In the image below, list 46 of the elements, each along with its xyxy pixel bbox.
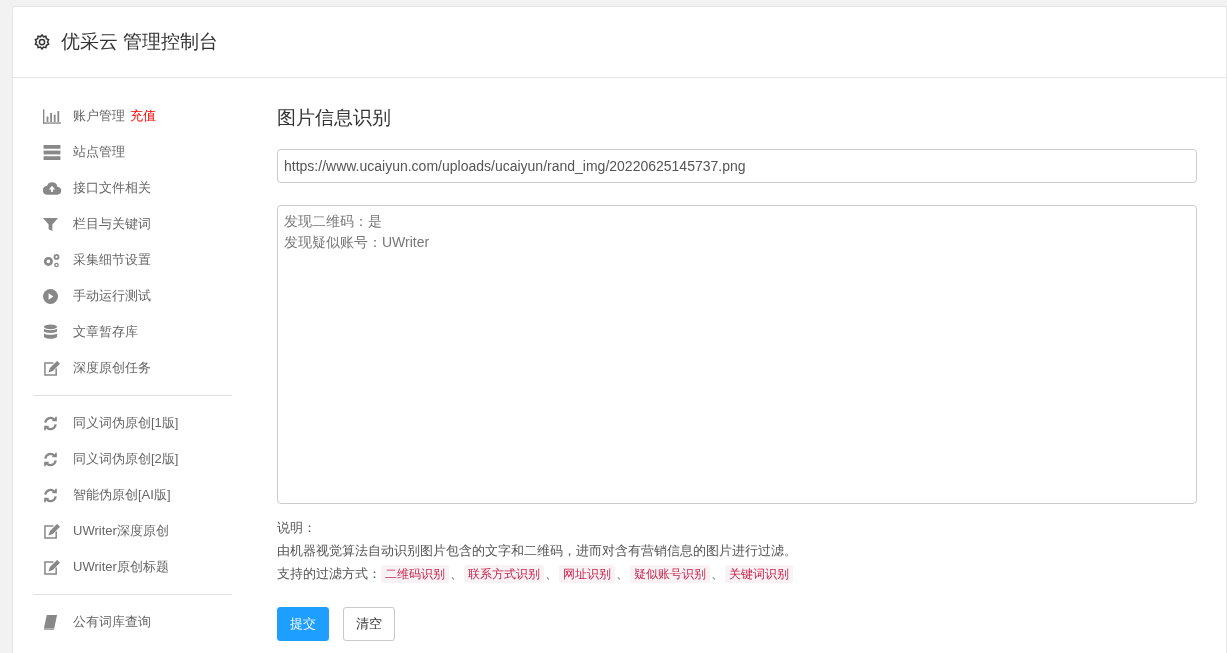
sidebar-item[interactable]: 栏目与关键词 [33, 206, 242, 242]
separator-mark: 、 [544, 565, 559, 583]
chart-icon [43, 108, 61, 124]
database-icon [43, 324, 58, 340]
sidebar-item[interactable]: 同义词伪原创[1版] [33, 405, 242, 441]
separator-mark: 、 [615, 565, 630, 583]
gears-icon [43, 252, 61, 268]
section-title: 图片信息识别 [277, 106, 392, 130]
cloud-upload-icon [43, 181, 61, 195]
sidebar-item[interactable]: 采集细节设置 [33, 242, 242, 278]
sidebar-item[interactable]: 手动运行测试 [33, 278, 242, 314]
sidebar-item[interactable]: 文章暂存库 [33, 314, 242, 350]
sidebar-item[interactable]: 同义词伪原创[2版] [33, 441, 242, 477]
filters-label: 支持的过滤方式： [277, 565, 381, 583]
filter-tag: 网址识别 [559, 564, 615, 583]
edit-icon [43, 360, 60, 376]
url-field[interactable]: https://www.ucaiyun.com/uploads/ucaiyun/rand_img/20220625145737.png [277, 149, 1197, 183]
filter-tag: 关键词识别 [725, 564, 793, 583]
play-icon [43, 288, 58, 304]
clear-button[interactable]: 清空 [343, 607, 395, 641]
edit-icon [43, 559, 60, 575]
sidebar-item[interactable]: UWriter原创标题 [33, 549, 242, 585]
book-icon [43, 614, 58, 630]
filter-tag: 二维码识别 [381, 564, 449, 583]
refresh-icon [43, 487, 58, 503]
filter-icon [43, 216, 58, 232]
separator-mark: 、 [449, 565, 464, 583]
filter-tag: 疑似账号识别 [630, 564, 710, 583]
notes-heading: 说明： [277, 519, 317, 537]
refresh-icon [43, 415, 58, 431]
settings-icon [33, 33, 51, 51]
sidebar-item[interactable]: UWriter深度原创 [33, 513, 242, 549]
separator-mark: 、 [710, 565, 725, 583]
refresh-icon [43, 451, 58, 467]
sidebar-item[interactable]: 账户管理 充值 [33, 98, 242, 134]
sidebar-item[interactable]: 接口文件相关 [33, 170, 242, 206]
filter-tag: 联系方式识别 [464, 564, 544, 583]
result-box[interactable]: 发现二维码：是 发现疑似账号：UWriter [277, 205, 1197, 504]
edit-icon [43, 523, 60, 539]
sidebar-item[interactable]: 公有词库查询 [33, 604, 242, 640]
sidebar-item[interactable]: 站点管理 [33, 134, 242, 170]
console-title: 优采云 管理控制台 [61, 29, 219, 54]
server-icon [43, 144, 61, 160]
sidebar-item[interactable]: 深度原创任务 [33, 350, 242, 386]
sidebar-item[interactable]: 智能伪原创[AI版] [33, 477, 242, 513]
notes-description: 由机器视觉算法自动识别图片包含的文字和二维码，进而对含有营销信息的图片进行过滤。 [277, 542, 798, 560]
